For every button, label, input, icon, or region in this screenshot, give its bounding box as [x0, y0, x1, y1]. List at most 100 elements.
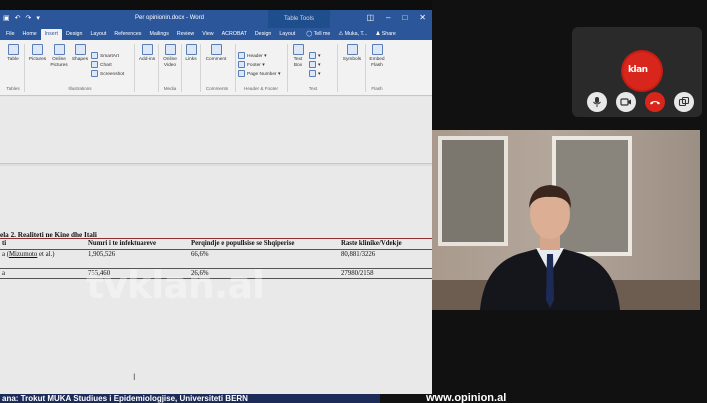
tab-view[interactable]: View [198, 29, 217, 40]
symbols-button[interactable]: Symbols [340, 44, 364, 63]
group-comments: Comments [205, 86, 229, 91]
share-button[interactable]: ♟ Share [371, 29, 399, 40]
tab-home[interactable]: Home [19, 29, 41, 40]
lightbulb-icon: ◯ [306, 31, 313, 37]
online-video-icon [164, 44, 176, 55]
tab-layout[interactable]: Layout [86, 29, 110, 40]
layout-button[interactable] [674, 92, 694, 112]
table-icon [7, 44, 19, 55]
table-header-cell: Raste klinike/Vdekje [339, 238, 432, 250]
tab-design[interactable]: Design [62, 29, 87, 40]
group-media: Media [163, 86, 177, 91]
close-icon[interactable]: ✕ [419, 13, 426, 22]
camera-button[interactable] [616, 92, 636, 112]
online-pictures-button[interactable]: Online Pictures [50, 44, 68, 69]
group-divider [24, 44, 25, 92]
tvklan-watermark: tvklan.al [86, 263, 265, 307]
table-cell: a [0, 268, 86, 279]
table-header-row: ti Numri i te infektuareve Perqindje e p… [0, 238, 432, 250]
wordart-button[interactable]: ▾ [309, 61, 320, 69]
links-icon [185, 44, 197, 55]
hang-up-button[interactable] [645, 92, 665, 112]
tab-table-design[interactable]: Design [251, 29, 276, 40]
table-header-cell: Perqindje e popullsise se Shqiperise [189, 238, 339, 250]
group-divider [365, 44, 366, 92]
shapes-icon [74, 44, 86, 55]
screenshot-icon [91, 70, 98, 77]
table-cell: 27980/2158 [339, 268, 432, 279]
pictures-icon [32, 44, 43, 55]
text-box-icon [292, 44, 304, 55]
group-divider [134, 44, 135, 92]
layout-switch-icon [678, 96, 690, 107]
document-area[interactable]: ela 2. Realiteti ne Kine dhe Itali ti Nu… [0, 97, 432, 394]
minimize-icon[interactable]: – [386, 13, 390, 22]
dropcap-button[interactable]: ▾ [309, 70, 320, 78]
tab-mailings[interactable]: Mailings [145, 29, 172, 40]
tab-references[interactable]: References [110, 29, 145, 40]
klan-logo: klan [623, 52, 661, 90]
stream-frame: ▣ ↶ ↷ ▾ Per opinionin.docx - Word Table … [0, 0, 707, 403]
online-video-button[interactable]: Online Video [161, 44, 179, 69]
comment-icon [210, 44, 222, 55]
tab-file[interactable]: File [2, 29, 19, 40]
user-account[interactable]: ⚠ Muka, T... [334, 29, 371, 40]
ribbon-tabs: File Home Insert Design Layout Reference… [0, 28, 432, 40]
maximize-icon[interactable]: □ [402, 13, 407, 22]
flash-icon [371, 44, 383, 55]
tab-acrobat[interactable]: ACROBAT [218, 29, 251, 40]
undo-icon[interactable]: ↶ [15, 14, 21, 22]
lower-third-caption: ana: Trokut MUKA Studiues i Epidemiologj… [0, 394, 380, 403]
links-button[interactable]: Links [184, 44, 198, 63]
word-window: ▣ ↶ ↷ ▾ Per opinionin.docx - Word Table … [0, 10, 432, 394]
addins-button[interactable]: Add-ins [138, 44, 156, 63]
online-pictures-icon [53, 44, 65, 55]
comment-button[interactable]: Comment [203, 44, 229, 63]
wordart-icon [309, 61, 316, 68]
redo-icon[interactable]: ↷ [26, 14, 32, 22]
document-title: Per opinionin.docx - Word [135, 15, 204, 21]
footer-icon [238, 61, 245, 68]
text-box-button[interactable]: Text Box [290, 44, 306, 69]
page-margin-line [0, 163, 432, 166]
tab-table-layout[interactable]: Layout [275, 29, 299, 40]
microphone-icon [593, 97, 601, 107]
header-button[interactable]: Header ▾ [238, 52, 266, 60]
pictures-button[interactable]: Pictures [28, 44, 47, 63]
footer-button[interactable]: Footer ▾ [238, 61, 265, 69]
citation-link: Mizumoto [8, 251, 38, 258]
embed-flash-button[interactable]: Embed Flash [367, 44, 387, 69]
quick-parts-button[interactable]: ▾ [309, 52, 320, 60]
smartart-button[interactable]: SmartArt [91, 52, 119, 60]
tab-insert[interactable]: Insert [40, 29, 62, 40]
ribbon-display-icon[interactable]: ◫ [366, 13, 374, 22]
group-tables: Tables [6, 86, 20, 91]
person-icon: ♟ [375, 31, 381, 37]
save-icon[interactable]: ▣ [3, 14, 10, 22]
speaker-figure [480, 185, 620, 310]
table-cell: a (Mizumoto et al.) [0, 249, 86, 269]
video-camera-icon [620, 98, 631, 106]
shapes-button[interactable]: Shapes [71, 44, 89, 63]
table-header-cell: Numri i te infektuareve [86, 238, 189, 250]
screenshot-button[interactable]: Screenshot [91, 70, 124, 78]
hang-up-icon [650, 101, 660, 105]
group-text: Text [308, 86, 318, 91]
group-divider [181, 44, 182, 92]
group-divider [200, 44, 201, 92]
table-button[interactable]: Table [5, 44, 21, 63]
tell-me-box[interactable]: ◯ Tell me [302, 29, 334, 40]
ribbon-insert: Table Tables Pictures Online Pictures Sh… [0, 40, 432, 96]
window-controls: ◫ – □ ✕ [366, 13, 426, 22]
page-number-button[interactable]: Page Number ▾ [238, 70, 280, 78]
group-divider [287, 44, 288, 92]
customize-icon[interactable]: ▾ [36, 14, 40, 22]
mute-button[interactable] [587, 92, 607, 112]
tab-review[interactable]: Review [173, 29, 198, 40]
header-icon [238, 52, 245, 59]
chart-button[interactable]: Chart [91, 61, 112, 69]
addins-icon [141, 44, 153, 55]
group-divider [158, 44, 159, 92]
group-header-footer: Header & Footer [244, 86, 278, 91]
user-warning-icon: ⚠ [338, 31, 344, 37]
